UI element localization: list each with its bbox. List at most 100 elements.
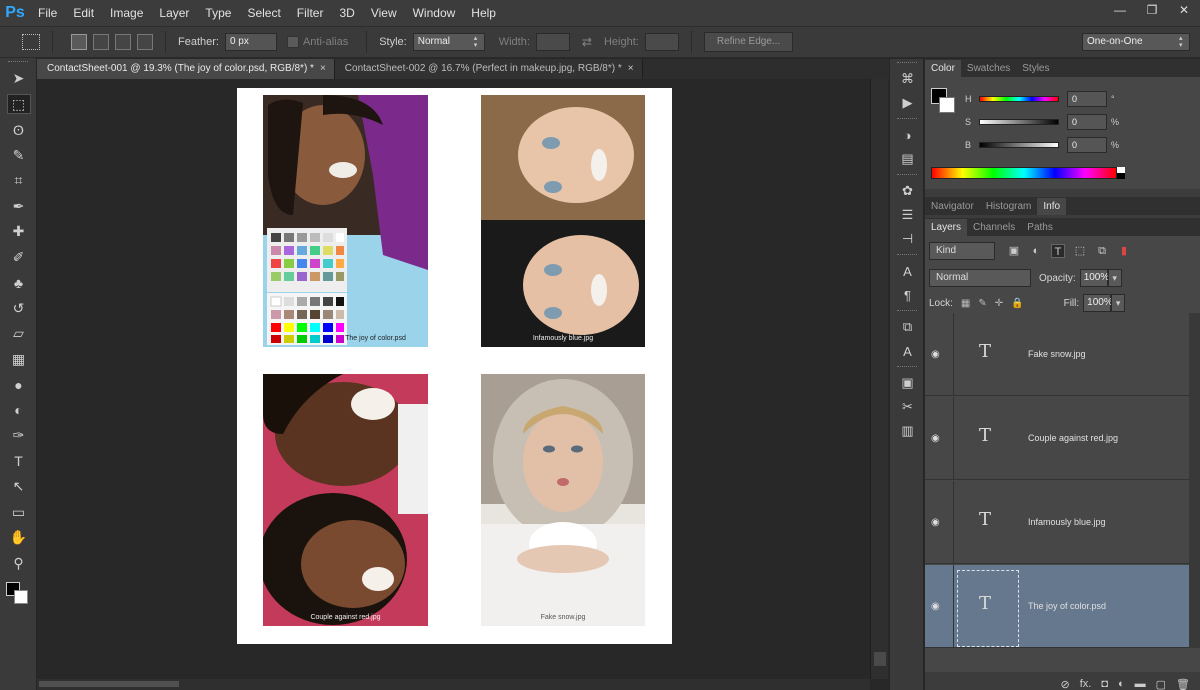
tab-styles[interactable]: Styles	[1016, 60, 1055, 77]
opacity-dropdown-icon[interactable]: ▾	[1107, 269, 1122, 287]
brush-tool-icon[interactable]: ✐	[0, 245, 37, 271]
blend-mode-select[interactable]: Normal	[929, 269, 1031, 287]
restore-button[interactable]: ❐	[1138, 2, 1166, 20]
type-tool-icon[interactable]: T	[0, 449, 37, 475]
lock-all-icon[interactable]: 🔒	[1011, 298, 1023, 309]
notes-icon[interactable]: ▣	[890, 371, 925, 395]
new-adjustment-layer-icon[interactable]: ◐	[1118, 678, 1125, 690]
menu-edit[interactable]: Edit	[65, 0, 102, 26]
tab-color[interactable]: Color	[925, 60, 961, 77]
delete-layer-icon[interactable]: 🗑	[1176, 678, 1190, 690]
hand-tool-icon[interactable]: ✋	[0, 525, 37, 551]
contact-sheet-document[interactable]: The joy of color.psd Infamously blue.jpg	[237, 88, 672, 644]
close-tab-icon[interactable]: ×	[628, 63, 634, 74]
history-icon[interactable]: ⌘	[890, 67, 925, 91]
canvas-vertical-scrollbar[interactable]	[870, 79, 888, 679]
background-color-swatch[interactable]	[14, 590, 28, 604]
lock-pixels-icon[interactable]: ✎	[978, 298, 986, 309]
menu-view[interactable]: View	[363, 0, 405, 26]
workspace-select[interactable]: One-on-One	[1082, 33, 1190, 51]
scroll-thumb[interactable]	[874, 652, 886, 666]
add-mask-icon[interactable]: ◘	[1101, 678, 1108, 690]
canvas-area[interactable]: The joy of color.psd Infamously blue.jpg	[37, 79, 870, 679]
actions-play-icon[interactable]: ▶	[890, 91, 925, 115]
healing-brush-tool-icon[interactable]: ✚	[0, 219, 37, 245]
scroll-thumb[interactable]	[39, 681, 179, 687]
background-color-swatch[interactable]	[939, 97, 955, 113]
character-icon[interactable]: A	[890, 259, 925, 283]
visibility-eye-icon[interactable]: ◉	[931, 349, 947, 361]
marquee-preset-icon[interactable]	[22, 34, 40, 50]
fill-input[interactable]: 100%	[1083, 294, 1113, 312]
document-icon[interactable]: ▥	[890, 419, 925, 443]
tab-info[interactable]: Info	[1037, 198, 1067, 215]
photo-fake-snow[interactable]: Fake snow.jpg	[481, 374, 645, 626]
opacity-input[interactable]: 100%	[1079, 269, 1109, 287]
brightness-input[interactable]: 0	[1067, 137, 1107, 153]
zoom-tool-icon[interactable]: ⚲	[0, 551, 37, 577]
tool-presets-icon[interactable]: ✿	[890, 179, 925, 203]
new-group-icon[interactable]: ▬	[1135, 678, 1146, 690]
saturation-input[interactable]: 0	[1067, 114, 1107, 130]
menu-window[interactable]: Window	[405, 0, 464, 26]
add-to-selection-icon[interactable]	[93, 34, 109, 50]
intersect-selection-icon[interactable]	[137, 34, 153, 50]
close-button[interactable]: ✕	[1170, 2, 1198, 20]
hue-input[interactable]: 0	[1067, 91, 1107, 107]
rectangle-tool-icon[interactable]: ▭	[0, 500, 37, 526]
eraser-tool-icon[interactable]: ▱	[0, 321, 37, 347]
canvas-horizontal-scrollbar[interactable]	[37, 679, 870, 690]
move-tool-icon[interactable]: ➤	[0, 66, 37, 92]
rectangular-marquee-tool-icon[interactable]: ⬚	[0, 92, 37, 118]
menu-layer[interactable]: Layer	[151, 0, 197, 26]
layers-scrollbar[interactable]	[1189, 313, 1200, 648]
clone-source-icon[interactable]: ⧉	[890, 315, 925, 339]
layer-name[interactable]: Infamously blue.jpg	[1028, 517, 1106, 527]
shape-filter-icon[interactable]: ⬚	[1073, 244, 1087, 258]
paths-icon[interactable]: ⊣	[890, 227, 925, 251]
style-select[interactable]: Normal	[412, 33, 485, 51]
quick-selection-tool-icon[interactable]: ✎	[0, 143, 37, 169]
refine-edge-button[interactable]: Refine Edge...	[703, 32, 794, 52]
minimize-button[interactable]: —	[1106, 2, 1134, 20]
properties-icon[interactable]: ☰	[890, 203, 925, 227]
type-filter-icon[interactable]: T	[1051, 244, 1065, 258]
brightness-slider[interactable]	[979, 142, 1059, 148]
height-input[interactable]	[644, 33, 679, 51]
layer-name[interactable]: Couple against red.jpg	[1028, 433, 1118, 443]
layer-row-selected[interactable]: ◉ T The joy of color.psd	[925, 565, 1200, 648]
close-tab-icon[interactable]: ×	[320, 63, 326, 74]
blur-tool-icon[interactable]: ●	[0, 372, 37, 398]
clone-stamp-tool-icon[interactable]: ♣	[0, 270, 37, 296]
layer-name[interactable]: Fake snow.jpg	[1028, 349, 1086, 359]
adjustment-filter-icon[interactable]: ◐	[1029, 244, 1043, 258]
tab-contactsheet-002[interactable]: ContactSheet-002 @ 16.7% (Perfect in mak…	[334, 59, 643, 79]
subtract-selection-icon[interactable]	[115, 34, 131, 50]
tab-swatches[interactable]: Swatches	[961, 60, 1016, 77]
new-selection-icon[interactable]	[71, 34, 87, 50]
adjustments-icon[interactable]: ◑	[890, 123, 925, 147]
menu-file[interactable]: File	[30, 0, 65, 26]
smart-object-filter-icon[interactable]: ⧉	[1095, 244, 1109, 258]
pixel-filter-icon[interactable]: ▣	[1007, 244, 1021, 258]
filter-toggle-icon[interactable]: ▮	[1117, 244, 1131, 258]
eyedropper-tool-icon[interactable]: ✒	[0, 194, 37, 220]
kind-filter-select[interactable]: Kind	[929, 242, 995, 260]
lock-position-icon[interactable]: ✛	[995, 298, 1003, 309]
fill-dropdown-icon[interactable]: ▾	[1111, 294, 1126, 312]
gradient-tool-icon[interactable]: ▦	[0, 347, 37, 373]
path-selection-tool-icon[interactable]: ↖	[0, 474, 37, 500]
layer-row[interactable]: ◉ T Infamously blue.jpg	[925, 481, 1200, 564]
link-layers-icon[interactable]: ⊘	[1060, 678, 1069, 690]
pen-tool-icon[interactable]: ✑	[0, 423, 37, 449]
menu-filter[interactable]: Filter	[289, 0, 332, 26]
width-input[interactable]	[535, 33, 570, 51]
lock-transparent-icon[interactable]: ▦	[961, 298, 970, 309]
color-swatches[interactable]	[0, 576, 36, 616]
visibility-eye-icon[interactable]: ◉	[931, 433, 947, 445]
tab-paths[interactable]: Paths	[1021, 219, 1059, 236]
menu-type[interactable]: Type	[197, 0, 239, 26]
photo-couple-against-red[interactable]: Couple against red.jpg	[263, 374, 428, 626]
tab-navigator[interactable]: Navigator	[925, 198, 980, 215]
menu-select[interactable]: Select	[239, 0, 288, 26]
